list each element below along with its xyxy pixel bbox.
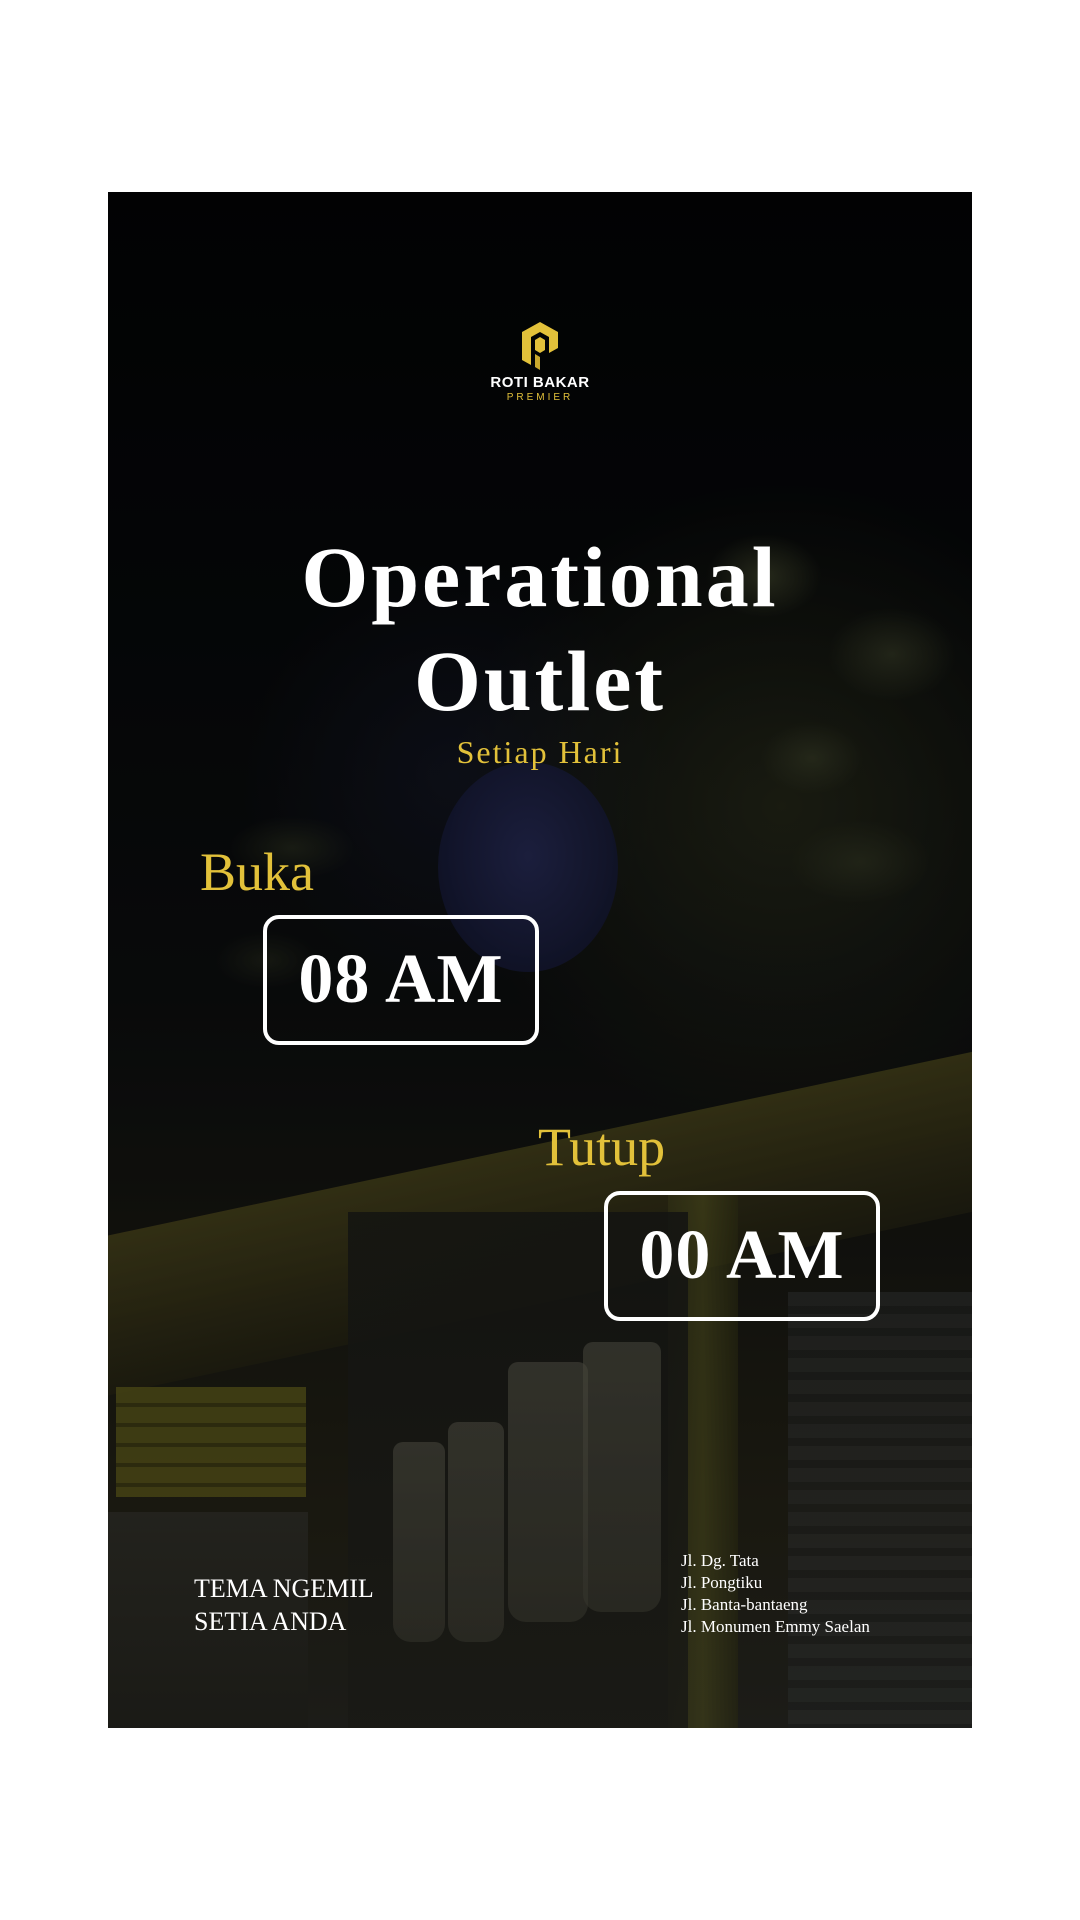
background-overlay	[108, 192, 972, 1728]
brand-subname: PREMIER	[506, 392, 574, 403]
title-line-2: Outlet	[413, 633, 667, 729]
brand-name: ROTI BAKAR	[490, 374, 590, 391]
address-item: Jl. Dg. Tata	[681, 1551, 759, 1570]
subtitle: Setiap Hari	[456, 734, 624, 770]
tagline-line-2: SETIA ANDA	[194, 1607, 347, 1636]
open-label: Buka	[200, 842, 314, 902]
hexagon-p-logo-icon	[522, 322, 558, 370]
page-title: Operational Outlet	[108, 525, 972, 733]
address-list: Jl. Dg. Tata Jl. Pongtiku Jl. Banta-bant…	[681, 1550, 870, 1638]
title-line-1: Operational	[301, 529, 779, 625]
close-time: 00 AM	[639, 1217, 845, 1294]
address-item: Jl. Banta-bantaeng	[681, 1595, 808, 1614]
address-item: Jl. Monumen Emmy Saelan	[681, 1617, 870, 1636]
open-time-box: 08 AM	[263, 915, 539, 1045]
poster: ROTI BAKAR PREMIER Operational Outlet Se…	[108, 192, 972, 1728]
close-label: Tutup	[538, 1117, 666, 1177]
close-time-box: 00 AM	[604, 1191, 880, 1321]
open-time: 08 AM	[298, 941, 504, 1018]
tagline-line-1: TEMA NGEMIL	[194, 1574, 374, 1603]
address-item: Jl. Pongtiku	[681, 1573, 763, 1592]
brand-logo: ROTI BAKAR PREMIER	[108, 320, 972, 403]
tagline: TEMA NGEMIL SETIA ANDA	[194, 1572, 374, 1638]
